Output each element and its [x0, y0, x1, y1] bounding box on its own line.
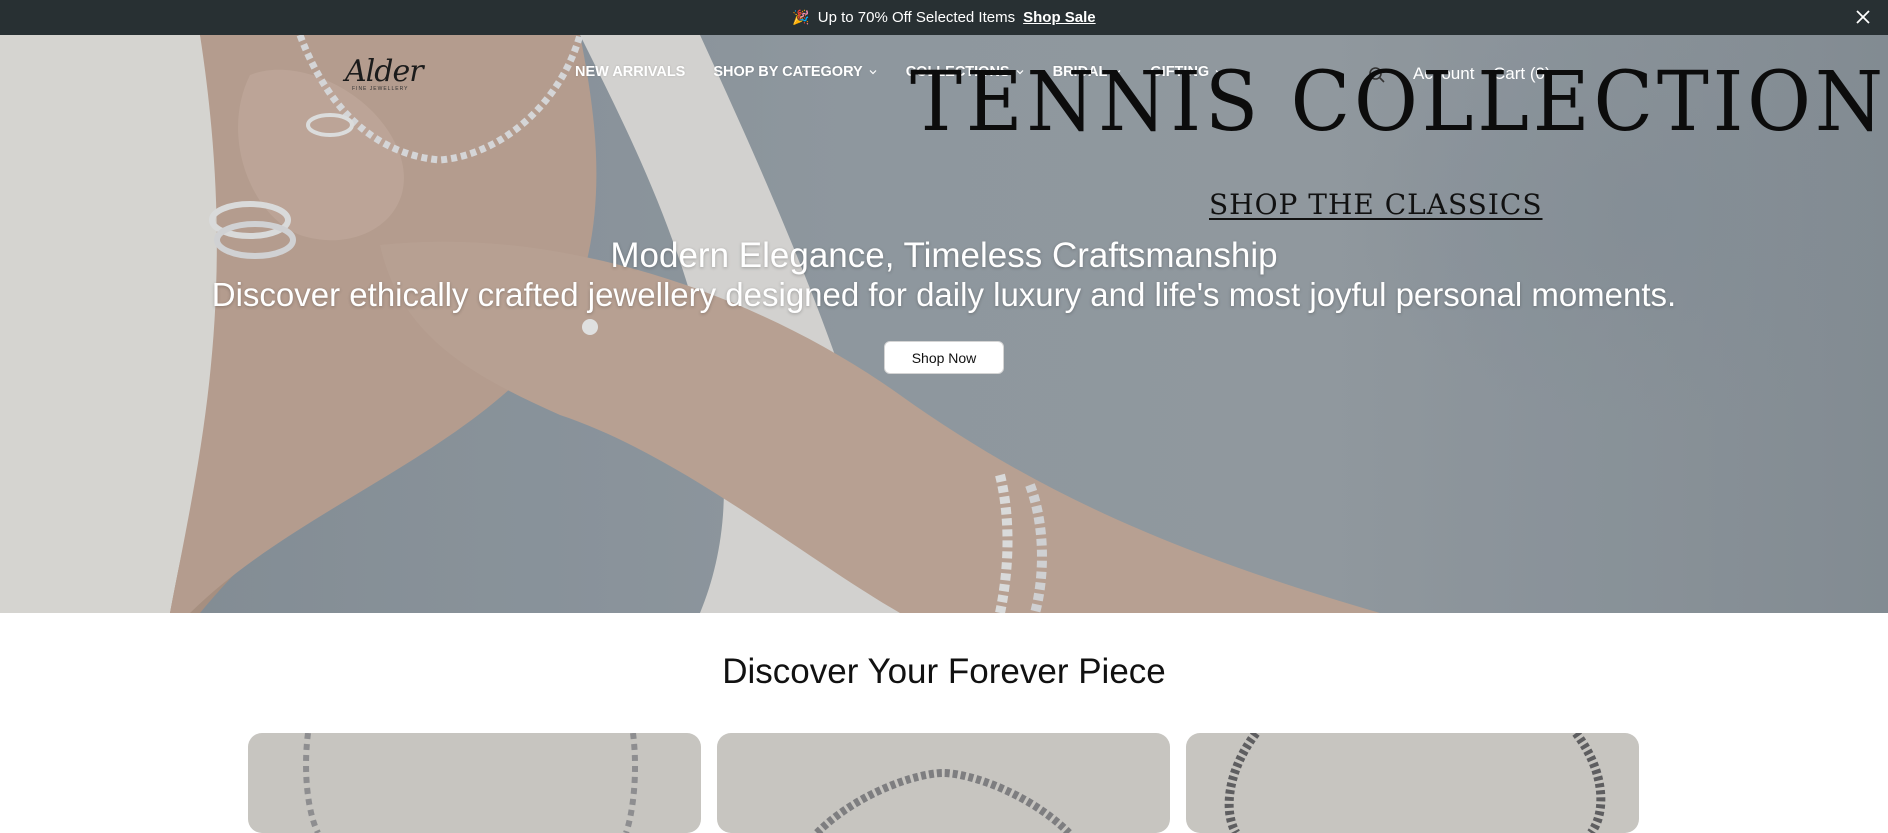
shop-sale-link[interactable]: Shop Sale	[1023, 9, 1096, 26]
collection-title: TENNIS COLLECTION	[910, 55, 1887, 150]
product-card[interactable]	[717, 733, 1170, 833]
product-image	[814, 768, 1072, 833]
close-icon[interactable]	[1854, 8, 1872, 26]
hero-headline: Modern Elegance, Timeless Craftsmanship	[610, 236, 1278, 275]
party-popper-icon: 🎉	[792, 9, 810, 25]
nav-new-arrivals[interactable]: NEW ARRIVALS	[575, 64, 685, 80]
nav-shop-by-category[interactable]: SHOP BY CATEGORY	[713, 64, 877, 80]
product-image	[1224, 733, 1606, 833]
chevron-down-icon	[869, 70, 877, 75]
shop-now-button[interactable]: Shop Now	[884, 341, 1004, 374]
announcement-text: Up to 70% Off Selected Items	[817, 9, 1016, 26]
brand-logo[interactable]: Alder	[345, 54, 424, 89]
brand-logo-tagline: FINE JEWELLERY	[352, 86, 409, 92]
product-card[interactable]	[1186, 733, 1639, 833]
nav-label: NEW ARRIVALS	[575, 64, 686, 80]
product-card[interactable]	[248, 733, 701, 833]
section-title: Discover Your Forever Piece	[722, 652, 1166, 691]
shop-the-classics-link[interactable]: SHOP THE CLASSICS	[1209, 188, 1543, 221]
hero-subheadline: Discover ethically crafted jewellery des…	[211, 276, 1677, 313]
product-image	[303, 733, 639, 833]
nav-label: SHOP BY CATEGORY	[713, 64, 863, 80]
announcement-bar: 🎉 Up to 70% Off Selected Items Shop Sale	[0, 0, 1888, 35]
